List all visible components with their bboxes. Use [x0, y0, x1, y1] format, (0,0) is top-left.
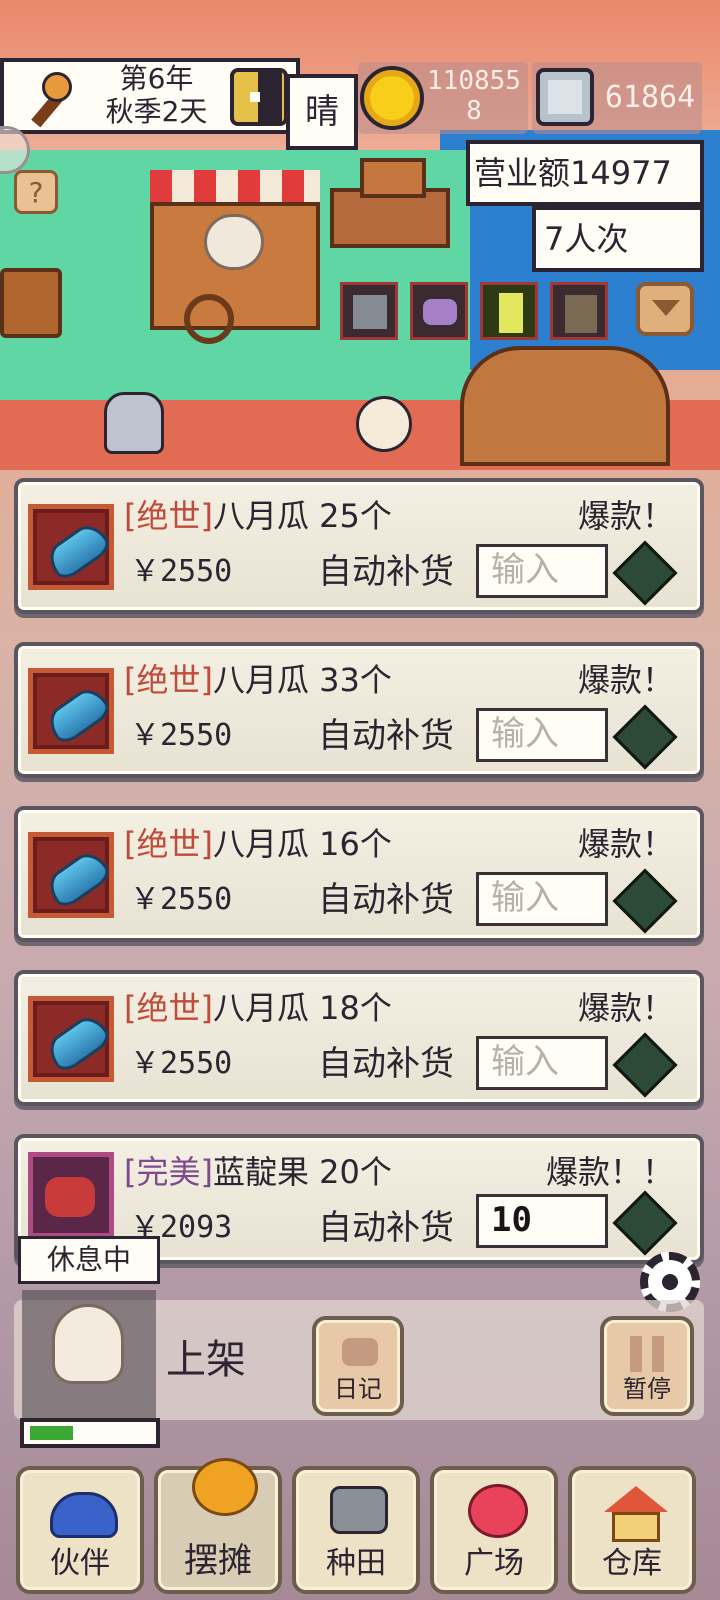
market-stall[interactable]	[150, 170, 320, 344]
item-tier: [绝世]	[124, 497, 213, 535]
visitors-panel: 7人次	[532, 206, 704, 272]
nav-partner[interactable]: 伙伴	[16, 1466, 144, 1594]
item-count: 16个	[319, 825, 392, 863]
warehouse-icon	[604, 1486, 668, 1512]
torch-icon	[20, 70, 74, 128]
hot-tag: 爆款！	[577, 497, 674, 535]
date-panel[interactable]: 第6年 秋季2天	[0, 58, 300, 134]
stall-item-slot[interactable]	[340, 282, 398, 340]
partner-icon	[50, 1492, 118, 1538]
expand-down-button[interactable]	[636, 282, 694, 336]
stall-item-slot[interactable]	[480, 282, 538, 340]
stall-item-slot[interactable]	[410, 282, 468, 340]
item-name: 八月瓜	[212, 497, 309, 535]
bridge	[460, 346, 670, 466]
nav-warehouse[interactable]: 仓库	[568, 1466, 696, 1594]
confirm-diamond-button[interactable]	[612, 1190, 678, 1256]
nav-farming[interactable]: 种田	[292, 1466, 420, 1594]
item-name: 八月瓜	[212, 825, 309, 863]
hot-tag: 爆款！！	[545, 1153, 674, 1191]
item-price: ￥2550	[130, 718, 233, 753]
item-count: 20个	[319, 1153, 392, 1191]
akebia-fruit-icon	[28, 504, 114, 590]
auto-restock-label: 自动补货	[318, 1044, 454, 1084]
shop-item-card[interactable]: [绝世]八月瓜 33个 爆款！ ￥2550 自动补货 输入	[14, 642, 704, 778]
gold-counter[interactable]: 110855 8	[358, 62, 528, 134]
restock-input[interactable]: 输入	[476, 708, 608, 762]
bottom-nav: 伙伴 摆摊 种田 广场 仓库	[0, 1458, 720, 1600]
shop-item-card[interactable]: [绝世]八月瓜 16个 爆款！ ￥2550 自动补货 输入	[14, 806, 704, 942]
silver-amount: 61864	[604, 80, 696, 115]
item-tier: [完美]	[124, 1153, 213, 1191]
stall-icon	[192, 1458, 258, 1516]
hot-tag: 爆款！	[577, 825, 674, 863]
item-tier: [绝世]	[124, 661, 213, 699]
item-tier: [绝世]	[124, 825, 213, 863]
auto-restock-label: 自动补货	[318, 552, 454, 592]
season-label: 秋季2天	[105, 95, 208, 128]
item-price: ￥2550	[130, 1046, 233, 1081]
akebia-fruit-icon	[28, 996, 114, 1082]
item-price: ￥2550	[130, 554, 233, 589]
confirm-diamond-button[interactable]	[612, 704, 678, 770]
help-button[interactable]: ?	[14, 170, 58, 214]
speech-bubble-icon	[342, 1338, 378, 1366]
revenue-panel: 营业额14977	[466, 140, 704, 206]
diary-button[interactable]: 日记	[312, 1316, 404, 1416]
stamina-bar	[20, 1418, 160, 1448]
restock-input[interactable]: 10	[476, 1194, 608, 1248]
item-count: 18个	[319, 989, 392, 1027]
silver-counter[interactable]: 61864	[532, 62, 702, 134]
shopkeeper-avatar	[204, 214, 264, 270]
item-tier: [绝世]	[124, 989, 213, 1027]
akebia-fruit-icon	[28, 832, 114, 918]
rest-status-label: 休息中	[18, 1236, 160, 1284]
shop-item-list: [绝世]八月瓜 25个 爆款！ ￥2550 自动补货 输入 [绝世]八月瓜 33…	[0, 470, 720, 1270]
shop-item-card[interactable]: [绝世]八月瓜 25个 爆款！ ￥2550 自动补货 输入	[14, 478, 704, 614]
akebia-fruit-icon	[28, 668, 114, 754]
farming-icon	[330, 1486, 388, 1534]
item-count: 25个	[319, 497, 392, 535]
confirm-diamond-button[interactable]	[612, 868, 678, 934]
blue-honeysuckle-icon	[28, 1152, 114, 1238]
shopkeeper-portrait[interactable]	[22, 1290, 156, 1418]
year-label: 第6年	[119, 62, 194, 95]
gold-amount: 110855 8	[427, 66, 521, 126]
item-name: 八月瓜	[212, 661, 309, 699]
auto-restock-label: 自动补货	[318, 716, 454, 756]
stall-item-slot[interactable]	[550, 282, 608, 340]
pause-icon	[630, 1336, 642, 1372]
nav-stall[interactable]: 摆摊	[154, 1458, 282, 1594]
restock-input[interactable]: 输入	[476, 544, 608, 598]
hot-tag: 爆款！	[577, 661, 674, 699]
confirm-diamond-button[interactable]	[612, 1032, 678, 1098]
plaza-icon	[468, 1484, 528, 1538]
confirm-diamond-button[interactable]	[612, 540, 678, 606]
silver-ingot-icon	[536, 68, 594, 126]
item-name: 八月瓜	[212, 989, 309, 1027]
barrel	[0, 268, 62, 338]
customer-sprite[interactable]	[356, 396, 412, 452]
auto-restock-label: 自动补货	[318, 880, 454, 920]
shop-item-card[interactable]: [绝世]八月瓜 18个 爆款！ ￥2550 自动补货 输入	[14, 970, 704, 1106]
item-price: ￥2550	[130, 882, 233, 917]
shelve-button[interactable]: 上架	[166, 1330, 246, 1390]
chevron-down-icon	[652, 300, 680, 316]
hot-tag: 爆款！	[577, 989, 674, 1027]
item-name: 蓝靛果	[212, 1153, 309, 1191]
item-count: 33个	[319, 661, 392, 699]
auto-restock-label: 自动补货	[318, 1208, 454, 1248]
restock-input[interactable]: 输入	[476, 872, 608, 926]
restock-input[interactable]: 输入	[476, 1036, 608, 1090]
gold-coin-icon	[360, 66, 424, 130]
pause-button[interactable]: 暂停	[600, 1316, 694, 1416]
stamina-bar-fill	[30, 1426, 73, 1440]
weather-badge: 晴	[286, 74, 358, 150]
nav-plaza[interactable]: 广场	[430, 1466, 558, 1594]
customer-sprite[interactable]	[104, 392, 164, 454]
calendar-icon[interactable]	[230, 68, 288, 126]
